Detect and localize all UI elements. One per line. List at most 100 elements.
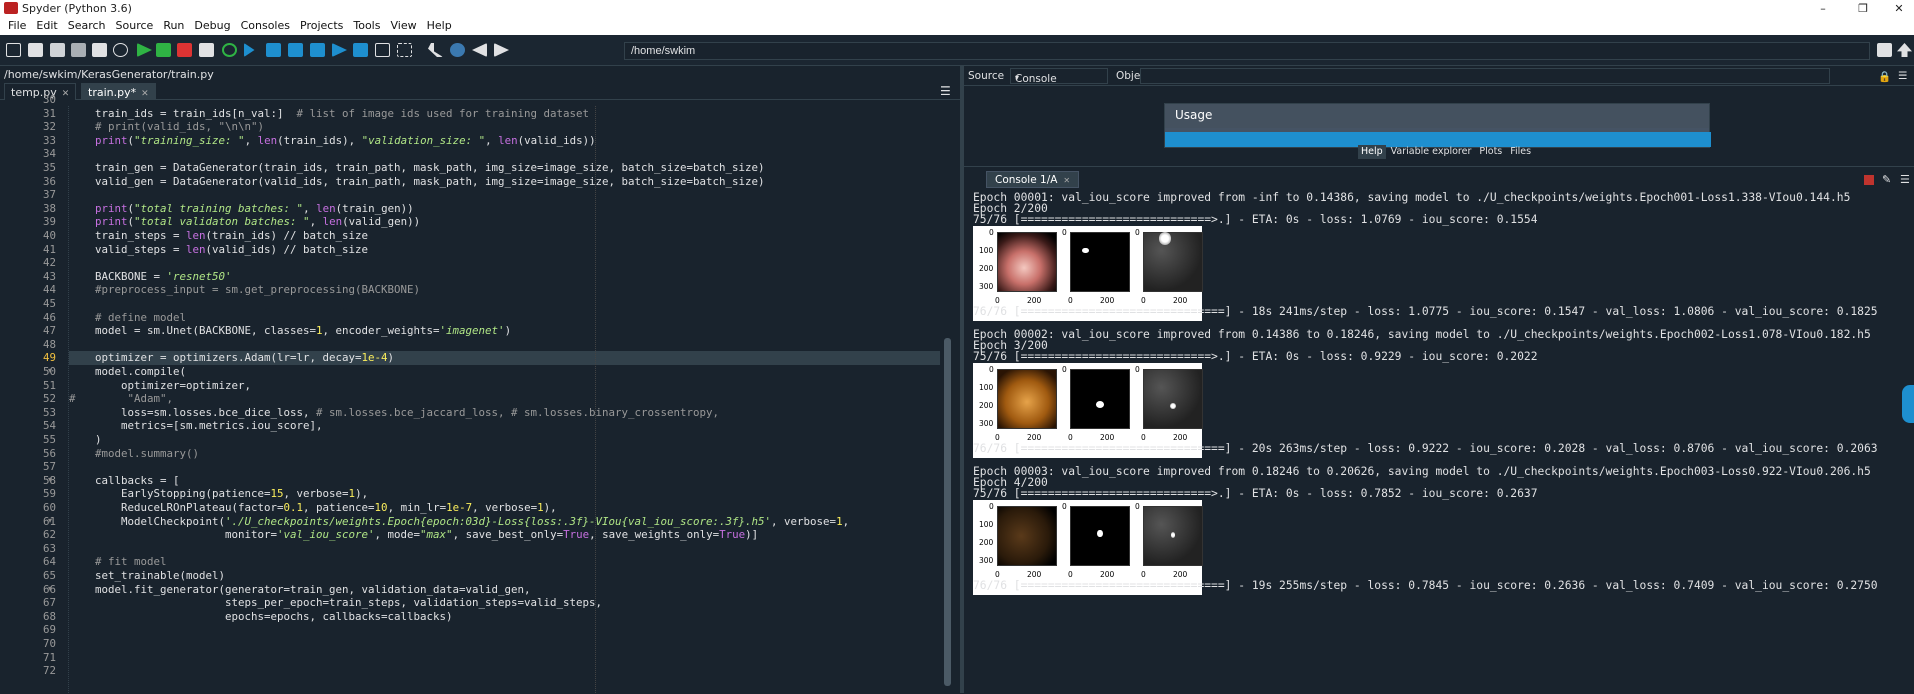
- back-icon[interactable]: [472, 43, 487, 57]
- maximize-button[interactable]: ❐: [1848, 0, 1878, 16]
- menu-edit[interactable]: Edit: [32, 19, 63, 32]
- run-cell-advance-icon[interactable]: [177, 43, 192, 57]
- code-line[interactable]: set_trainable(model): [69, 569, 225, 583]
- code-area[interactable]: valid_ids = train_ids[:n_val] # list of …: [68, 106, 940, 693]
- step-into-icon[interactable]: [288, 43, 303, 57]
- code-line[interactable]: #model.summary(): [69, 447, 199, 461]
- code-line[interactable]: # print(valid_ids, "\n\n"): [69, 120, 264, 134]
- tab-train-py[interactable]: train.py* ✕: [81, 83, 156, 100]
- debug-icon[interactable]: [244, 43, 255, 57]
- stop-debug-icon[interactable]: [353, 43, 368, 57]
- rerun-icon[interactable]: [222, 43, 237, 57]
- menu-file[interactable]: File: [4, 19, 32, 32]
- fold-toggle-icon[interactable]: ▾: [48, 584, 52, 593]
- fold-toggle-icon[interactable]: ▾: [48, 366, 52, 375]
- code-line[interactable]: train_gen = DataGenerator(train_ids, tra…: [69, 161, 765, 175]
- y-tick-label: 200: [979, 538, 994, 547]
- tab-plots[interactable]: Plots: [1476, 145, 1505, 159]
- continue-icon[interactable]: [332, 43, 347, 57]
- run-cell-icon[interactable]: [156, 43, 171, 57]
- menu-consoles[interactable]: Consoles: [237, 19, 296, 32]
- code-line[interactable]: optimizer=optimizer,: [69, 379, 251, 393]
- object-input[interactable]: [1140, 68, 1830, 84]
- interrupt-kernel-icon[interactable]: [1864, 175, 1874, 185]
- console-output[interactable]: Epoch 00001: val_iou_score improved from…: [964, 191, 1914, 694]
- code-line[interactable]: # "Adam",: [69, 392, 173, 406]
- tab-files[interactable]: Files: [1507, 145, 1534, 159]
- code-line[interactable]: BACKBONE = 'resnet50': [69, 270, 232, 284]
- help-options-menu-icon[interactable]: ☰: [1898, 70, 1907, 82]
- code-line[interactable]: print("total validaton batches: ", len(v…: [69, 215, 420, 229]
- lock-icon[interactable]: 🔒: [1878, 70, 1891, 83]
- new-file-icon[interactable]: [6, 43, 21, 57]
- code-line[interactable]: optimizer = optimizers.Adam(lr=lr, decay…: [69, 351, 940, 365]
- console-options-menu-icon[interactable]: ☰: [1900, 173, 1910, 186]
- code-line[interactable]: model.fit_generator(generator=train_gen,…: [69, 583, 531, 597]
- code-line[interactable]: #preprocess_input = sm.get_preprocessing…: [69, 283, 420, 297]
- fullscreen-icon[interactable]: [397, 43, 412, 57]
- code-line[interactable]: steps_per_epoch=train_steps, validation_…: [69, 596, 602, 610]
- forward-icon[interactable]: [494, 43, 509, 57]
- code-line[interactable]: valid_steps = len(valid_ids) // batch_si…: [69, 243, 368, 257]
- menu-debug[interactable]: Debug: [190, 19, 236, 32]
- code-line[interactable]: print("total training batches: ", len(tr…: [69, 202, 414, 216]
- code-line[interactable]: EarlyStopping(patience=15, verbose=1),: [69, 487, 368, 501]
- code-line[interactable]: metrics=[sm.metrics.iou_score],: [69, 419, 323, 433]
- close-tab-icon[interactable]: ✕: [62, 89, 70, 99]
- run-selection-icon[interactable]: [199, 43, 214, 57]
- maximize-pane-icon[interactable]: [375, 43, 390, 57]
- code-line[interactable]: loss=sm.losses.bce_dice_loss, # sm.losse…: [69, 406, 719, 420]
- open-file-icon[interactable]: [28, 43, 43, 57]
- side-panel-handle[interactable]: [1902, 385, 1914, 423]
- run-icon[interactable]: [137, 43, 152, 57]
- code-line[interactable]: model = sm.Unet(BACKBONE, classes=1, enc…: [69, 324, 511, 338]
- parent-directory-icon[interactable]: [1897, 43, 1912, 57]
- editor-options-menu-icon[interactable]: ☰: [940, 84, 951, 98]
- menu-search[interactable]: Search: [64, 19, 112, 32]
- code-line[interactable]: train_steps = len(train_ids) // batch_si…: [69, 229, 368, 243]
- menu-source[interactable]: Source: [112, 19, 160, 32]
- fold-toggle-icon[interactable]: ▾: [48, 516, 52, 525]
- fold-toggle-icon[interactable]: ▾: [48, 475, 52, 484]
- editor-scroll-thumb[interactable]: [944, 338, 951, 686]
- menu-help[interactable]: Help: [423, 19, 458, 32]
- close-tab-icon[interactable]: ✕: [141, 89, 149, 99]
- code-line[interactable]: callbacks = [: [69, 474, 180, 488]
- code-line[interactable]: # define model: [69, 311, 186, 325]
- close-button[interactable]: ✕: [1884, 0, 1914, 16]
- browse-folder-icon[interactable]: [1877, 43, 1892, 57]
- source-select[interactable]: Console ▾: [1010, 68, 1108, 85]
- close-tab-icon[interactable]: ✕: [1063, 176, 1070, 185]
- menu-projects[interactable]: Projects: [296, 19, 349, 32]
- code-line[interactable]: ): [69, 433, 102, 447]
- step-return-icon[interactable]: [310, 43, 325, 57]
- code-line[interactable]: monitor='val_iou_score', mode="max", sav…: [69, 528, 758, 542]
- tab-console-1a[interactable]: Console 1/A ✕: [986, 171, 1080, 188]
- preferences-icon[interactable]: [428, 43, 443, 57]
- menu-tools[interactable]: Tools: [349, 19, 386, 32]
- code-line[interactable]: epochs=epochs, callbacks=callbacks): [69, 610, 453, 624]
- step-icon[interactable]: [266, 43, 281, 57]
- menu-run[interactable]: Run: [159, 19, 190, 32]
- tab-help[interactable]: Help: [1358, 145, 1386, 159]
- save-icon[interactable]: [50, 43, 65, 57]
- code-line[interactable]: print("training_size: ", len(train_ids),…: [69, 134, 596, 148]
- window-title: Spyder (Python 3.6): [22, 1, 132, 15]
- code-line[interactable]: ReduceLROnPlateau(factor=0.1, patience=1…: [69, 501, 557, 515]
- save-all-icon[interactable]: [71, 43, 86, 57]
- menu-view[interactable]: View: [386, 19, 422, 32]
- code-line[interactable]: # fit model: [69, 555, 167, 569]
- at-icon[interactable]: [113, 43, 128, 57]
- working-directory-input[interactable]: /home/swkim: [624, 42, 1870, 60]
- clear-console-icon[interactable]: ✎: [1882, 173, 1891, 186]
- list-icon[interactable]: [92, 43, 107, 57]
- code-line[interactable]: ModelCheckpoint('./U_checkpoints/weights…: [69, 515, 849, 529]
- line-number: 62: [42, 528, 56, 542]
- tab-variable-explorer[interactable]: Variable explorer: [1388, 145, 1475, 159]
- code-line[interactable]: train_ids = train_ids[n_val:] # list of …: [69, 107, 589, 121]
- python-path-icon[interactable]: [450, 43, 465, 57]
- minimize-button[interactable]: –: [1808, 0, 1838, 16]
- code-line[interactable]: valid_gen = DataGenerator(valid_ids, tra…: [69, 175, 765, 189]
- console-scrollbar[interactable]: [1902, 191, 1909, 694]
- code-line[interactable]: model.compile(: [69, 365, 186, 379]
